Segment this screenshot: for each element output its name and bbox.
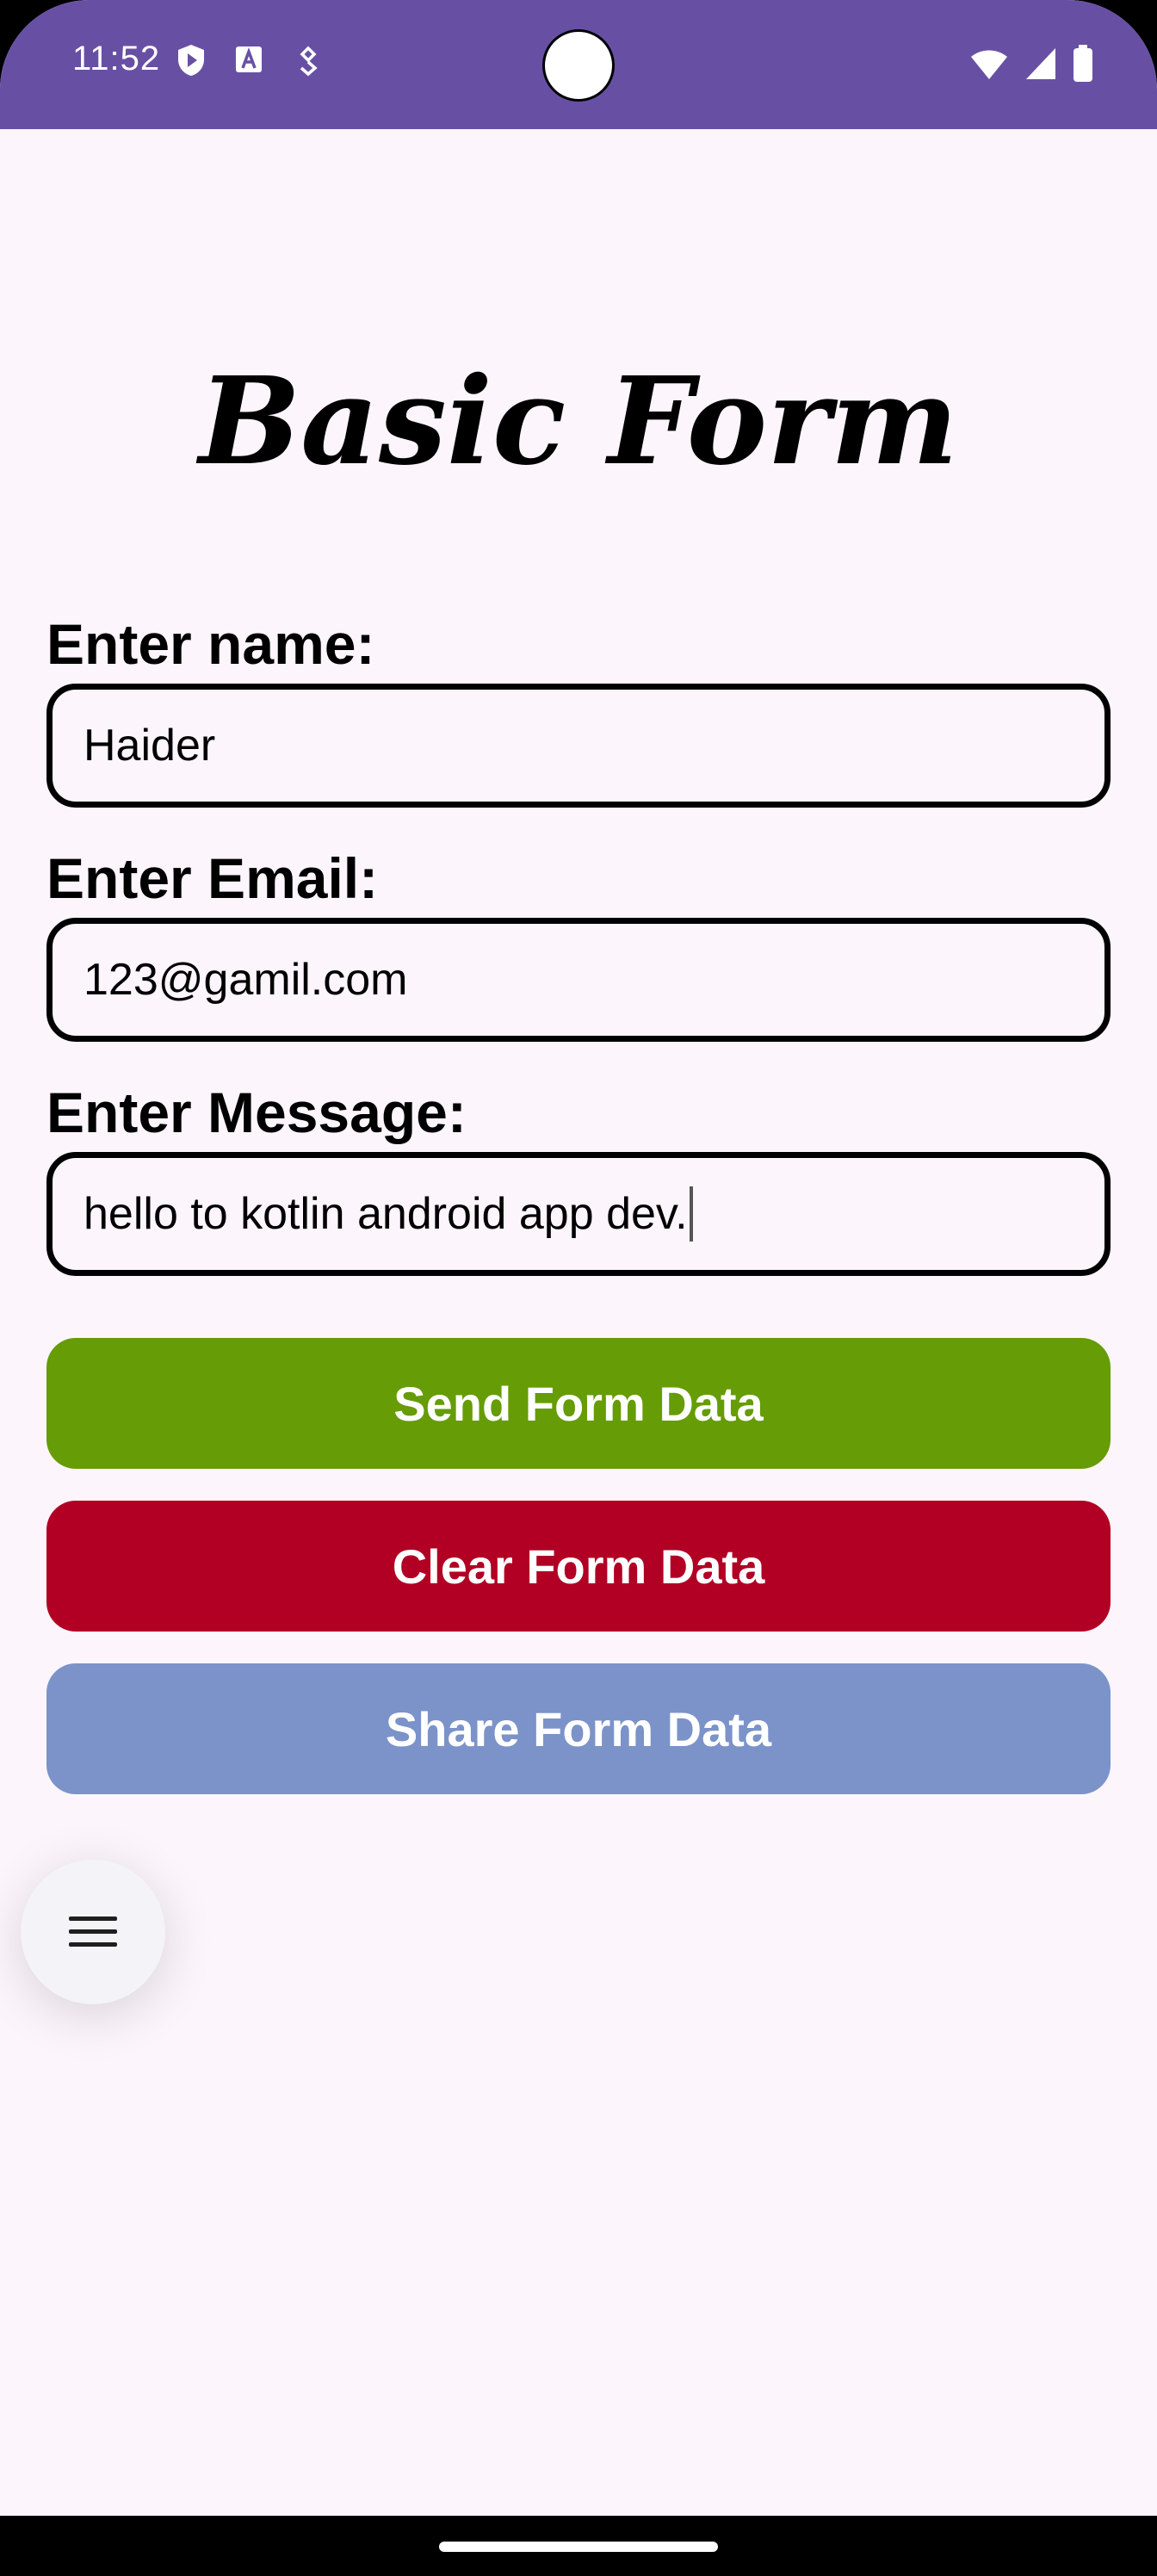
menu-icon <box>69 1917 117 1947</box>
name-label: Enter name: <box>46 612 375 676</box>
cellular-signal-icon <box>1024 46 1057 85</box>
wifi-icon <box>969 46 1009 85</box>
message-field-value: hello to kotlin android app dev. <box>84 1189 688 1239</box>
send-form-data-button[interactable]: Send Form Data <box>46 1338 1111 1469</box>
phone-screen: 11:52 Basic Form Enter name: Haider Ente… <box>0 0 1157 2576</box>
email-field-value: 123@gamil.com <box>84 955 408 1005</box>
menu-fab-button[interactable] <box>21 1860 165 2004</box>
name-field[interactable]: Haider <box>46 684 1111 808</box>
email-field[interactable]: 123@gamil.com <box>46 918 1111 1042</box>
message-label: Enter Message: <box>46 1081 467 1144</box>
battery-icon <box>1073 45 1093 87</box>
front-camera <box>542 29 615 102</box>
home-gesture-handle[interactable] <box>439 2542 718 2552</box>
email-label: Enter Email: <box>46 846 379 910</box>
status-time: 11:52 <box>72 40 161 77</box>
name-field-value: Haider <box>84 721 216 771</box>
share-form-data-button[interactable]: Share Form Data <box>46 1663 1111 1794</box>
text-cursor <box>689 1186 693 1242</box>
clear-form-data-button[interactable]: Clear Form Data <box>46 1501 1111 1632</box>
font-a-icon <box>232 43 267 77</box>
status-icons-right <box>969 45 1093 87</box>
page-title: Basic Form <box>198 351 959 492</box>
shield-play-icon <box>174 43 208 77</box>
message-field[interactable]: hello to kotlin android app dev. <box>46 1152 1111 1276</box>
status-icons-left <box>174 43 325 77</box>
location-tag-icon <box>291 43 325 77</box>
status-bar: 11:52 <box>0 0 1157 129</box>
